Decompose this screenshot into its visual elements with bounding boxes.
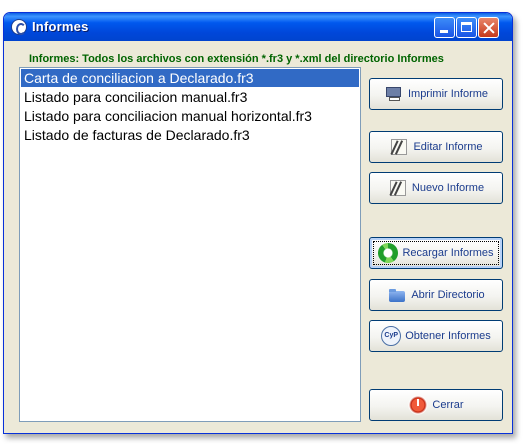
cerrar-label: Cerrar [432, 399, 464, 411]
obtener-informes-button[interactable]: CyP Obtener Informes [369, 320, 503, 352]
close-button[interactable] [478, 17, 499, 38]
imprimir-informe-label: Imprimir Informe [407, 88, 489, 100]
recargar-informes-button[interactable]: Recargar Informes [369, 237, 503, 269]
nuevo-informe-label: Nuevo Informe [411, 182, 485, 194]
obtener-informes-label: Obtener Informes [405, 330, 491, 342]
abrir-directorio-button[interactable]: Abrir Directorio [369, 279, 503, 311]
folder-icon [387, 285, 407, 305]
drafting-compass-icon [389, 137, 409, 157]
app-icon[interactable] [11, 19, 27, 35]
abrir-directorio-label: Abrir Directorio [411, 289, 485, 301]
editar-informe-button[interactable]: Editar Informe [369, 131, 503, 163]
report-file-list[interactable]: Carta de conciliacion a Declarado.fr3 Li… [19, 67, 361, 422]
recargar-informes-label: Recargar Informes [402, 247, 494, 259]
title-bar[interactable]: Informes [4, 13, 512, 41]
cerrar-button[interactable]: Cerrar [369, 389, 503, 421]
file-list-item[interactable]: Listado para conciliacion manual.fr3 [21, 88, 359, 106]
editar-informe-label: Editar Informe [413, 141, 483, 153]
minimize-button[interactable] [434, 17, 455, 38]
file-list-item[interactable]: Listado de facturas de Declarado.fr3 [21, 126, 359, 144]
informes-window: Informes Informes: Todos los archivos co… [3, 12, 513, 434]
file-list-item[interactable]: Listado para conciliacion manual horizon… [21, 107, 359, 125]
printer-icon [384, 84, 404, 104]
refresh-icon [378, 243, 399, 263]
maximize-button[interactable] [456, 17, 477, 38]
drafting-compass-icon [388, 178, 408, 198]
window-title: Informes [32, 19, 89, 34]
directory-info-label: Informes: Todos los archivos con extensi… [29, 53, 444, 65]
file-list-item[interactable]: Carta de conciliacion a Declarado.fr3 [21, 69, 359, 87]
cyp-logo-icon: CyP [381, 326, 402, 346]
nuevo-informe-button[interactable]: Nuevo Informe [369, 172, 503, 204]
imprimir-informe-button[interactable]: Imprimir Informe [369, 78, 503, 110]
power-icon [408, 395, 429, 415]
